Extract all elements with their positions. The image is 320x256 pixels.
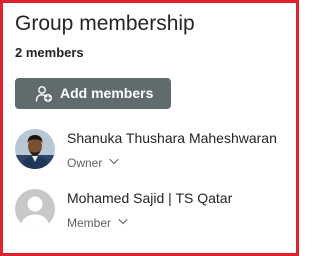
member-row[interactable]: Mohamed Sajid | TS Qatar Member — [15, 189, 295, 239]
add-people-icon — [35, 86, 52, 102]
member-name: Mohamed Sajid | TS Qatar — [67, 190, 233, 206]
member-count: 2 members — [15, 45, 84, 60]
add-members-label: Add members — [60, 85, 154, 101]
member-role-dropdown[interactable]: Owner — [67, 154, 119, 172]
chevron-down-icon — [109, 158, 119, 164]
person-placeholder-icon — [15, 189, 55, 229]
panel-title: Group membership — [15, 12, 195, 35]
member-role-label: Owner — [67, 156, 103, 170]
member-role-label: Member — [67, 216, 112, 230]
avatar — [15, 189, 55, 229]
avatar — [15, 129, 55, 169]
add-members-button[interactable]: Add members — [15, 78, 171, 109]
member-name: Shanuka Thushara Maheshwaran — [67, 130, 277, 146]
chevron-down-icon — [118, 218, 128, 224]
person-photo-icon — [15, 129, 55, 169]
member-row[interactable]: Shanuka Thushara Maheshwaran Owner — [15, 129, 295, 179]
member-role-dropdown[interactable]: Member — [67, 214, 128, 232]
group-membership-panel: Group membership 2 members Add members S… — [0, 0, 299, 256]
